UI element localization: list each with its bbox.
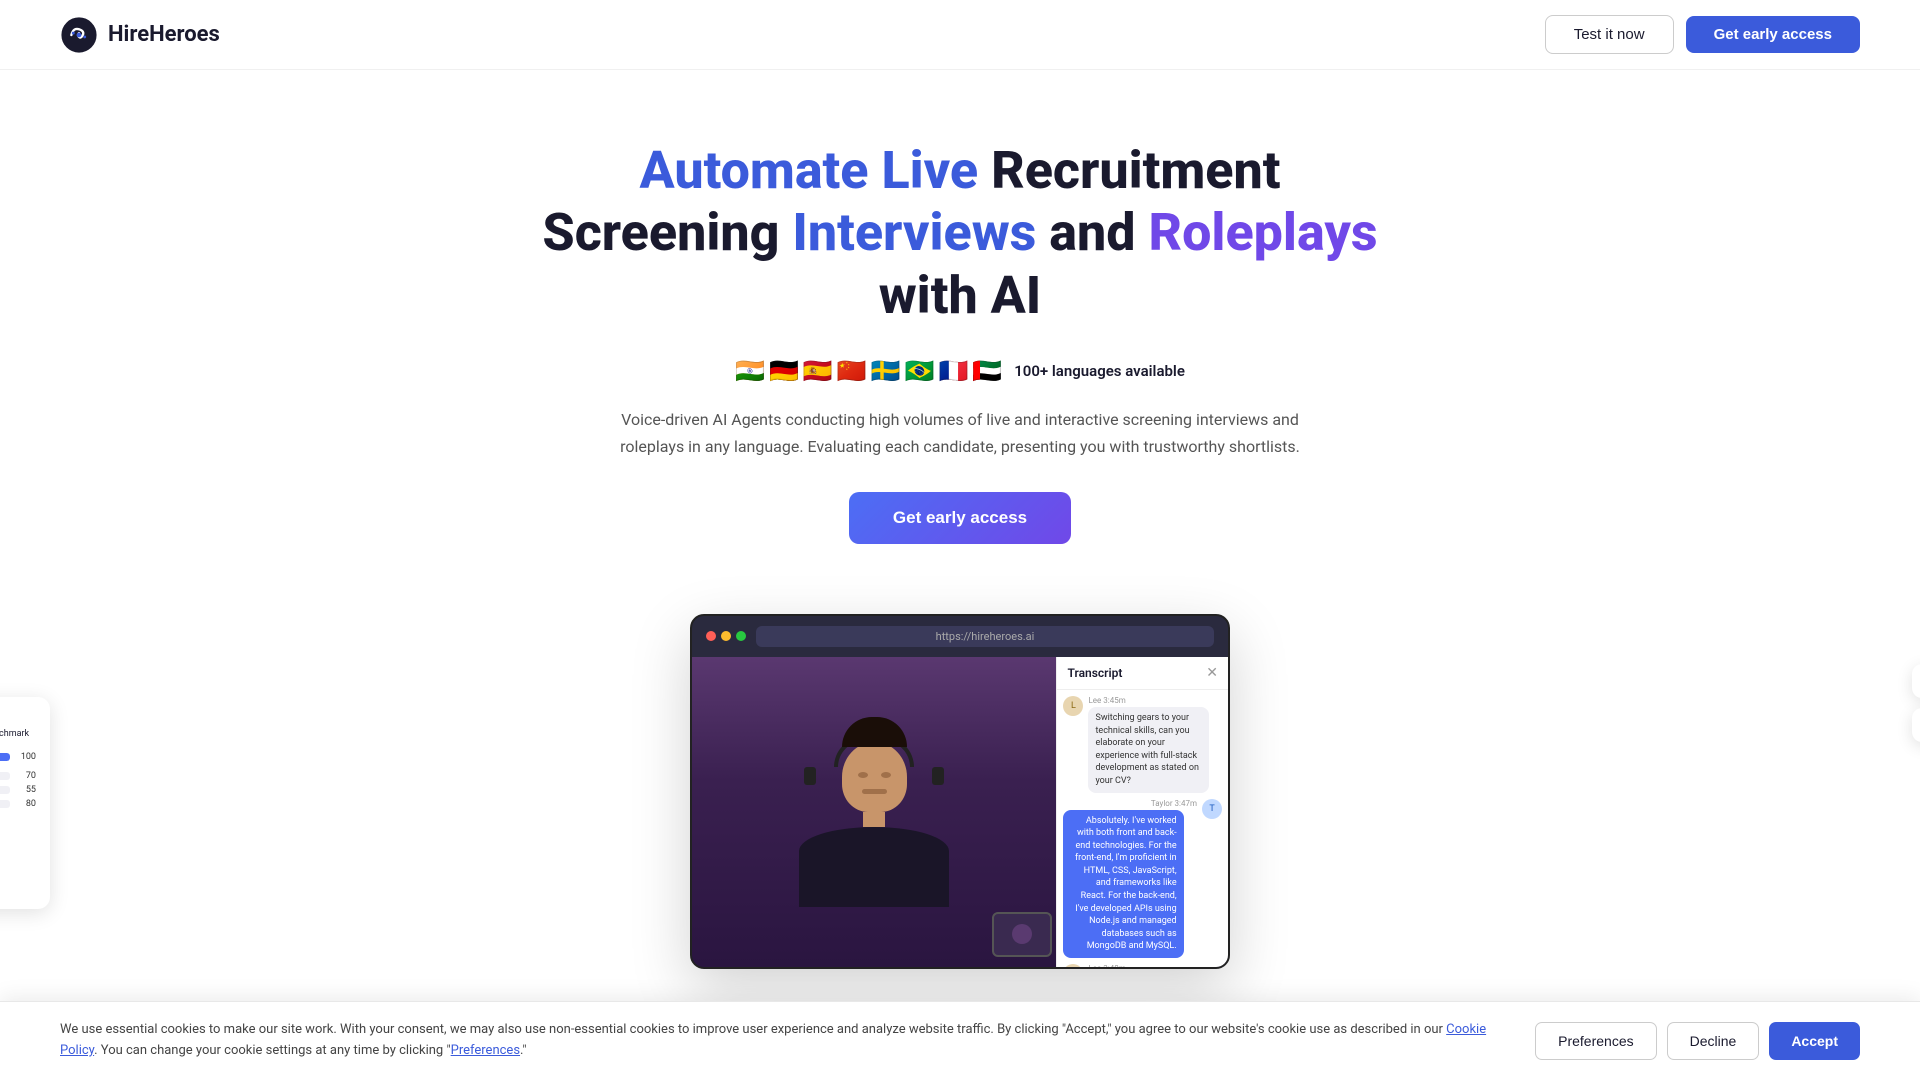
rescheduled-card: Rescheduled 1 bbox=[1912, 708, 1920, 742]
flag-se: 🇸🇪 bbox=[871, 357, 901, 385]
radar-chart bbox=[0, 817, 36, 897]
msg-meta-3: Lee 3:48m bbox=[1088, 964, 1222, 967]
transcript-header: Transcript ✕ bbox=[1057, 657, 1228, 690]
preferences-button[interactable]: Preferences bbox=[1535, 1022, 1656, 1060]
preferences-link-text[interactable]: Preferences bbox=[451, 1043, 520, 1058]
get-early-access-header-button[interactable]: Get early access bbox=[1686, 16, 1860, 53]
mockup-area: APPLICANTS ANALYSES Candidate Talent Poo… bbox=[0, 584, 1920, 969]
avatar-lee-1: L bbox=[1063, 696, 1083, 716]
languages-row: 🇮🇳 🇩🇪 🇪🇸 🇨🇳 🇸🇪 🇧🇷 🇫🇷 🇦🇪 100+ languages a… bbox=[20, 357, 1900, 385]
headline-recruitment: Recruitment bbox=[978, 140, 1280, 201]
chat-message-1: L Lee 3:45m Switching gears to your tech… bbox=[1063, 696, 1222, 793]
video-call-area bbox=[692, 657, 1056, 967]
bar-outer-python bbox=[0, 786, 10, 794]
hero-headline: Automate Live Recruitment Screening Inte… bbox=[530, 140, 1390, 327]
logo-icon bbox=[60, 16, 98, 54]
header: HireHeroes Test it now Get early access bbox=[0, 0, 1920, 70]
msg-content-2: Taylor 3:47m Absolutely. I've worked wit… bbox=[1063, 799, 1197, 959]
chat-message-2: T Taylor 3:47m Absolutely. I've worked w… bbox=[1063, 799, 1222, 959]
cookie-policy-link[interactable]: Cookie Policy bbox=[60, 1022, 1486, 1058]
applicants-chart-widget: APPLICANTS ANALYSES Candidate Talent Poo… bbox=[0, 697, 50, 909]
msg-bubble-1: Switching gears to your technical skills… bbox=[1088, 707, 1208, 793]
self-view-cam bbox=[992, 912, 1052, 957]
msg-meta-2: Taylor 3:47m bbox=[1063, 799, 1197, 808]
browser-window: https://hireheroes.ai bbox=[690, 614, 1230, 969]
transcript-close-icon[interactable]: ✕ bbox=[1206, 665, 1218, 681]
avatar-taylor-1: T bbox=[1202, 799, 1222, 819]
bar-outer-coding bbox=[0, 800, 10, 808]
accept-button[interactable]: Accept bbox=[1769, 1022, 1860, 1060]
dot-yellow bbox=[721, 631, 731, 641]
get-early-access-main-button[interactable]: Get early access bbox=[849, 492, 1071, 544]
cookie-text: We use essential cookies to make our sit… bbox=[60, 1020, 1505, 1062]
hero-subtext: Voice-driven AI Agents conducting high v… bbox=[620, 407, 1300, 460]
browser-bar: https://hireheroes.ai bbox=[692, 616, 1228, 657]
flag-ae: 🇦🇪 bbox=[972, 357, 1002, 385]
chart-title: APPLICANTS ANALYSES bbox=[0, 709, 36, 720]
logo-area: HireHeroes bbox=[60, 16, 220, 54]
cookie-buttons: Preferences Decline Accept bbox=[1535, 1022, 1860, 1060]
cookie-banner: We use essential cookies to make our sit… bbox=[0, 1001, 1920, 1080]
decline-button[interactable]: Decline bbox=[1667, 1022, 1760, 1060]
msg-content-3: Lee 3:48m That's a solid skill set. How … bbox=[1088, 964, 1222, 967]
msg-bubble-2: Absolutely. I've worked with both front … bbox=[1063, 810, 1183, 959]
avatar-lee-2: L bbox=[1063, 964, 1083, 967]
logo-text: HireHeroes bbox=[108, 22, 220, 47]
bar-row-python: Python 55 bbox=[0, 785, 36, 795]
headline-with-ai: with AI bbox=[879, 265, 1042, 326]
dot-red bbox=[706, 631, 716, 641]
chart-legend: Candidate Talent Pool Benchmark bbox=[0, 728, 36, 739]
side-widgets-right: Calls Live 5 Rescheduled 1 bbox=[1912, 664, 1920, 742]
flag-group: 🇮🇳 🇩🇪 🇪🇸 🇨🇳 🇸🇪 🇧🇷 🇫🇷 🇦🇪 bbox=[735, 357, 1002, 385]
browser-url: https://hireheroes.ai bbox=[756, 626, 1214, 647]
chart-bars: Technical Leadership 100 70 Python 55 bbox=[0, 747, 36, 809]
headline-roleplays: Roleplays bbox=[1148, 202, 1377, 263]
bar-outer-technical-bm bbox=[0, 772, 10, 780]
bar-outer-technical bbox=[0, 753, 10, 761]
flag-de: 🇩🇪 bbox=[769, 357, 799, 385]
chat-message-3: L Lee 3:48m That's a solid skill set. Ho… bbox=[1063, 964, 1222, 967]
bar-row-technical-benchmark: 70 bbox=[0, 771, 36, 781]
headline-screening: Screening bbox=[542, 202, 792, 263]
legend-benchmark: Benchmark bbox=[0, 728, 29, 739]
flag-br: 🇧🇷 bbox=[905, 357, 935, 385]
chat-messages: L Lee 3:45m Switching gears to your tech… bbox=[1057, 690, 1228, 967]
headline-automate-live: Automate Live bbox=[639, 140, 978, 201]
msg-content-1: Lee 3:45m Switching gears to your techni… bbox=[1088, 696, 1222, 793]
transcript-panel: Transcript ✕ L Lee 3:45m Switching gears… bbox=[1056, 657, 1228, 967]
dot-green bbox=[736, 631, 746, 641]
bar-row-coding: Coding Knowledge 80 bbox=[0, 799, 36, 809]
headline-and: and bbox=[1036, 202, 1148, 263]
bar-row-technical: Technical Leadership 100 bbox=[0, 747, 36, 767]
flag-cn: 🇨🇳 bbox=[837, 357, 867, 385]
transcript-title: Transcript bbox=[1067, 666, 1122, 680]
calls-live-card: Calls Live 5 bbox=[1912, 664, 1920, 698]
flag-in: 🇮🇳 bbox=[735, 357, 765, 385]
hero-section: Automate Live Recruitment Screening Inte… bbox=[0, 70, 1920, 584]
browser-content: Transcript ✕ L Lee 3:45m Switching gears… bbox=[692, 657, 1228, 967]
nav-buttons: Test it now Get early access bbox=[1545, 15, 1860, 54]
browser-dots bbox=[706, 631, 746, 641]
languages-label: 100+ languages available bbox=[1014, 362, 1185, 380]
test-it-now-button[interactable]: Test it now bbox=[1545, 15, 1674, 54]
flag-fr: 🇫🇷 bbox=[938, 357, 968, 385]
msg-meta-1: Lee 3:45m bbox=[1088, 696, 1222, 705]
flag-es: 🇪🇸 bbox=[803, 357, 833, 385]
headline-interviews: Interviews bbox=[792, 202, 1036, 263]
